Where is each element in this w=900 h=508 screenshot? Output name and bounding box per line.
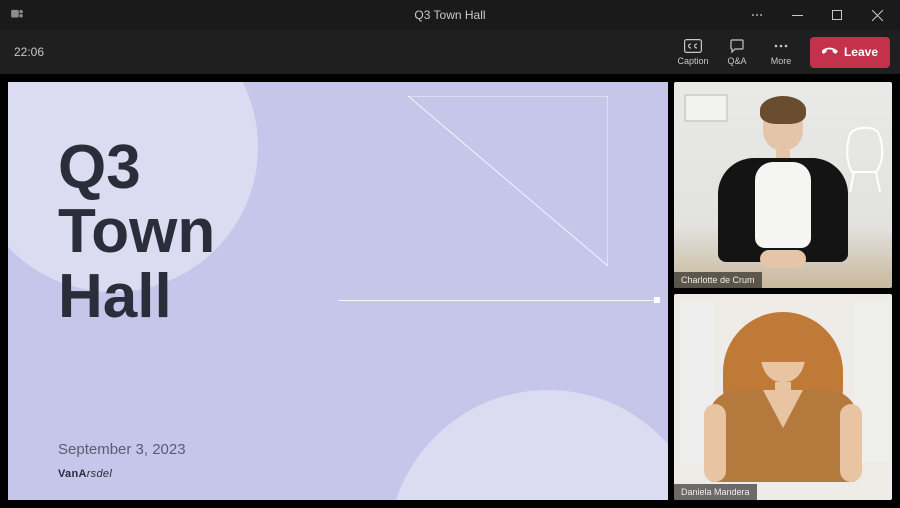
participant-name: Charlotte de Crum bbox=[674, 272, 762, 288]
leave-label: Leave bbox=[844, 45, 878, 59]
more-icon bbox=[773, 38, 789, 54]
slide-title-line: Q3 bbox=[58, 136, 215, 200]
participant-name: Daniela Mandera bbox=[674, 484, 757, 500]
slide-title-line: Town bbox=[58, 200, 215, 264]
participant-tile[interactable]: Charlotte de Crum bbox=[674, 82, 892, 288]
decorative-circle bbox=[388, 390, 668, 500]
hangup-icon bbox=[822, 43, 838, 62]
meeting-toolbar: 22:06 Caption Q&A More bbox=[0, 30, 900, 74]
qa-label: Q&A bbox=[727, 56, 746, 66]
shared-content-stage[interactable]: Q3 Town Hall September 3, 2023 VanArsdel bbox=[8, 82, 668, 500]
chat-icon bbox=[729, 38, 745, 54]
decorative-triangle bbox=[408, 96, 608, 266]
more-label: More bbox=[771, 56, 792, 66]
meeting-timer: 22:06 bbox=[14, 45, 44, 59]
close-button[interactable] bbox=[858, 3, 896, 27]
titlebar-more-button[interactable] bbox=[738, 3, 776, 27]
participant-video bbox=[674, 82, 892, 288]
slide-brand: VanArsdel bbox=[58, 468, 112, 480]
participants-panel: Charlotte de Crum Daniela Man bbox=[674, 82, 892, 500]
window-title: Q3 Town Hall bbox=[414, 8, 485, 22]
decorative-line bbox=[338, 300, 660, 301]
maximize-button[interactable] bbox=[818, 3, 856, 27]
slide-title: Q3 Town Hall bbox=[58, 136, 215, 329]
more-button[interactable]: More bbox=[760, 32, 802, 72]
caption-label: Caption bbox=[677, 56, 708, 66]
titlebar: Q3 Town Hall bbox=[0, 0, 900, 30]
decorative-dot bbox=[654, 297, 660, 303]
slide-date: September 3, 2023 bbox=[58, 441, 186, 458]
slide-title-line: Hall bbox=[58, 265, 215, 329]
meeting-content: Q3 Town Hall September 3, 2023 VanArsdel bbox=[0, 74, 900, 508]
participant-tile[interactable]: Daniela Mandera bbox=[674, 294, 892, 500]
leave-button[interactable]: Leave bbox=[810, 37, 890, 68]
teams-icon bbox=[10, 7, 24, 24]
participant-video bbox=[674, 294, 892, 500]
cc-icon bbox=[684, 38, 702, 54]
minimize-button[interactable] bbox=[778, 3, 816, 27]
caption-button[interactable]: Caption bbox=[672, 32, 714, 72]
qa-button[interactable]: Q&A bbox=[716, 32, 758, 72]
